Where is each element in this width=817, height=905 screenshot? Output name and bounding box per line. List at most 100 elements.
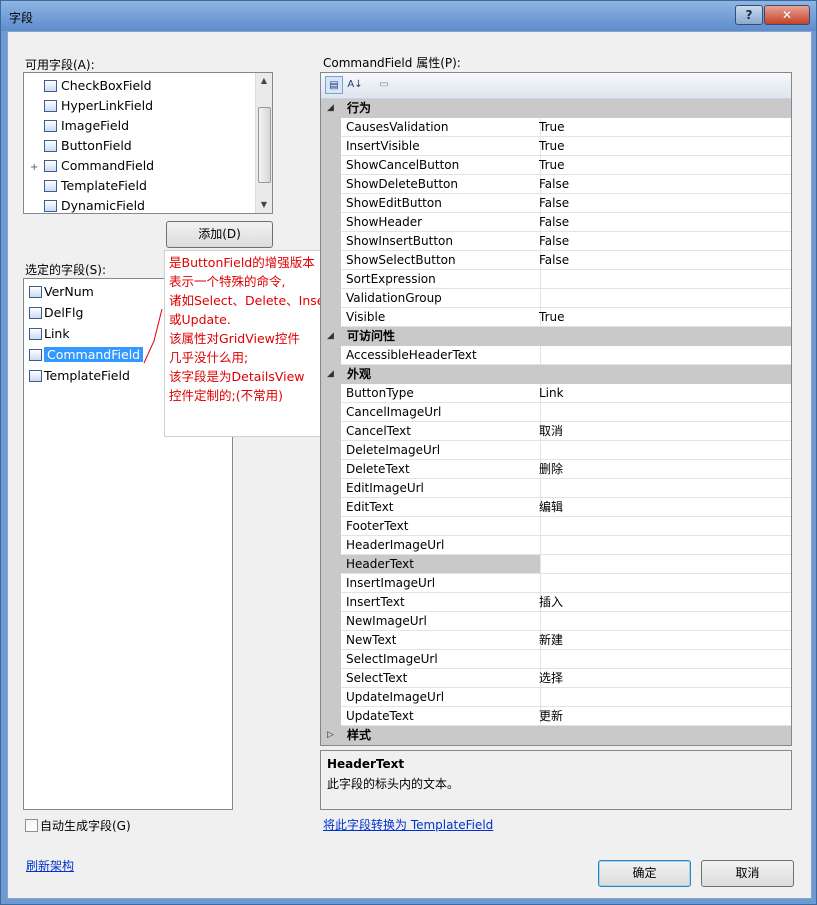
property-name[interactable]: CancelText [341, 422, 541, 441]
property-category[interactable]: ◢ 可访问性 [321, 327, 791, 346]
available-field-item[interactable]: CheckBoxField [30, 77, 152, 95]
property-value[interactable] [537, 612, 791, 631]
property-row[interactable]: InsertVisible True [321, 137, 791, 156]
property-name[interactable]: DeleteImageUrl [341, 441, 541, 460]
property-value[interactable] [537, 270, 791, 289]
property-name[interactable]: EditText [341, 498, 541, 517]
property-name[interactable]: EditImageUrl [341, 479, 541, 498]
property-value[interactable]: True [537, 118, 791, 137]
property-name[interactable]: ShowDeleteButton [341, 175, 541, 194]
property-name[interactable]: SelectText [341, 669, 541, 688]
property-value[interactable] [537, 536, 791, 555]
property-name[interactable]: ButtonType [341, 384, 541, 403]
selected-field-item[interactable]: TemplateField [29, 367, 130, 385]
property-name[interactable]: Visible [341, 308, 541, 327]
help-button[interactable]: ? [735, 5, 763, 25]
property-row[interactable]: DeleteImageUrl [321, 441, 791, 460]
property-pages-icon[interactable]: ▭ [375, 76, 393, 94]
collapse-icon[interactable]: ◢ [327, 327, 334, 346]
property-name[interactable]: ShowSelectButton [341, 251, 541, 270]
property-row[interactable]: AccessibleHeaderText [321, 346, 791, 365]
property-value[interactable]: False [537, 232, 791, 251]
property-value[interactable]: 删除 [537, 460, 791, 479]
selected-field-item[interactable]: Link [29, 325, 70, 343]
property-row[interactable]: Visible True [321, 308, 791, 327]
property-row[interactable]: UpdateImageUrl [321, 688, 791, 707]
close-button[interactable]: ✕ [764, 5, 810, 25]
property-name[interactable]: NewText [341, 631, 541, 650]
property-row[interactable]: CancelText 取消 [321, 422, 791, 441]
property-value[interactable]: True [537, 137, 791, 156]
property-name[interactable]: DeleteText [341, 460, 541, 479]
scroll-down-icon[interactable]: ▼ [256, 197, 272, 213]
property-name[interactable]: SortExpression [341, 270, 541, 289]
property-row[interactable]: ValidationGroup [321, 289, 791, 308]
property-row[interactable]: DeleteText 删除 [321, 460, 791, 479]
ok-button[interactable]: 确定 [598, 860, 691, 887]
property-row[interactable]: SelectImageUrl [321, 650, 791, 669]
available-field-item[interactable]: ImageField [30, 117, 129, 135]
property-row[interactable]: EditText 编辑 [321, 498, 791, 517]
available-field-item[interactable]: ButtonField [30, 137, 132, 155]
property-name[interactable]: UpdateImageUrl [341, 688, 541, 707]
property-row[interactable]: CancelImageUrl [321, 403, 791, 422]
property-value[interactable] [537, 441, 791, 460]
available-field-item[interactable]: TemplateField [30, 177, 147, 195]
property-name[interactable]: AccessibleHeaderText [341, 346, 541, 365]
cancel-button[interactable]: 取消 [701, 860, 794, 887]
property-value[interactable]: False [537, 213, 791, 232]
property-value[interactable] [537, 574, 791, 593]
property-value[interactable] [537, 650, 791, 669]
property-row[interactable]: InsertImageUrl [321, 574, 791, 593]
property-row[interactable]: ButtonType Link [321, 384, 791, 403]
property-row[interactable]: NewText 新建 [321, 631, 791, 650]
refresh-schema-link[interactable]: 刷新架构 [26, 857, 74, 874]
property-value[interactable]: False [537, 194, 791, 213]
property-category[interactable]: ▷ 样式 [321, 726, 791, 745]
selected-field-item[interactable]: VerNum [29, 283, 94, 301]
expand-icon[interactable]: ▷ [327, 726, 334, 745]
scroll-up-icon[interactable]: ▲ [256, 73, 272, 89]
property-value[interactable] [537, 403, 791, 422]
available-fields-tree[interactable]: CheckBoxField HyperLinkField ImageField But… [23, 72, 273, 214]
collapse-icon[interactable]: ◢ [327, 365, 334, 384]
property-name[interactable]: ShowEditButton [341, 194, 541, 213]
property-name[interactable]: InsertText [341, 593, 541, 612]
property-grid[interactable]: ▤ A↓ ▭ ◢ 行为 CausesValidation True InsertVisi… [320, 72, 792, 746]
selected-field-item[interactable]: CommandField [29, 346, 144, 364]
property-row[interactable]: InsertText 插入 [321, 593, 791, 612]
property-value[interactable] [537, 479, 791, 498]
title-bar[interactable]: 字段 ? ✕ [1, 1, 816, 31]
property-value[interactable] [537, 555, 791, 574]
property-value[interactable] [537, 517, 791, 536]
property-name[interactable]: NewImageUrl [341, 612, 541, 631]
property-value[interactable]: 编辑 [537, 498, 791, 517]
property-row[interactable]: FooterText [321, 517, 791, 536]
available-field-item[interactable]: + CommandField [30, 157, 154, 175]
scroll-thumb[interactable] [258, 107, 271, 183]
property-value[interactable]: 插入 [537, 593, 791, 612]
available-fields-scrollbar[interactable]: ▲ ▼ [255, 73, 272, 213]
property-row[interactable]: ShowInsertButton False [321, 232, 791, 251]
property-name[interactable]: CancelImageUrl [341, 403, 541, 422]
property-category[interactable]: ◢ 外观 [321, 365, 791, 384]
property-row[interactable]: NewImageUrl [321, 612, 791, 631]
property-name[interactable]: InsertImageUrl [341, 574, 541, 593]
property-name[interactable]: UpdateText [341, 707, 541, 726]
property-category[interactable]: ◢ 行为 [321, 99, 791, 118]
property-name[interactable]: FooterText [341, 517, 541, 536]
available-field-item[interactable]: DynamicField [30, 197, 145, 215]
property-row[interactable]: HeaderText [321, 555, 791, 574]
convert-to-templatefield-link[interactable]: 将此字段转换为 TemplateField [323, 816, 493, 833]
collapse-icon[interactable]: ◢ [327, 99, 334, 118]
property-name[interactable]: CausesValidation [341, 118, 541, 137]
property-name[interactable]: SelectImageUrl [341, 650, 541, 669]
property-value[interactable]: 更新 [537, 707, 791, 726]
property-value[interactable] [537, 289, 791, 308]
property-row[interactable]: HeaderImageUrl [321, 536, 791, 555]
property-value[interactable]: 新建 [537, 631, 791, 650]
property-row[interactable]: SelectText 选择 [321, 669, 791, 688]
property-value[interactable]: False [537, 251, 791, 270]
available-field-item[interactable]: HyperLinkField [30, 97, 153, 115]
property-name[interactable]: HeaderText [341, 555, 541, 574]
